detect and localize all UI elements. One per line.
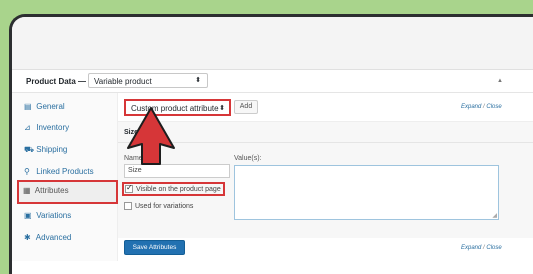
close-link[interactable]: Close xyxy=(486,245,501,251)
checkbox-checked[interactable] xyxy=(125,183,133,193)
select-arrows-icon: ⬍ xyxy=(195,77,201,84)
truck-icon: ⛟ xyxy=(24,145,35,154)
gear-icon: ✱ xyxy=(24,233,31,242)
tab-label: Inventory xyxy=(36,123,70,132)
product-data-header: Product Data — Variable product ⬍ ▲ xyxy=(12,70,533,93)
product-type-select[interactable]: Variable product ⬍ xyxy=(88,73,208,88)
variations-label: Used for variations xyxy=(135,203,194,210)
separator: / xyxy=(483,104,485,110)
grid-icon: ▣ xyxy=(24,211,32,220)
collapse-icon[interactable]: ▲ xyxy=(497,78,503,84)
list-icon: ▦ xyxy=(23,186,31,195)
tab-variations[interactable]: ▣ Variations xyxy=(18,205,117,226)
resize-handle-icon[interactable]: ◢ xyxy=(492,212,497,219)
product-data-tabs: ▤ General ⊿ Inventory ⛟ Shipping ⚲ Linke… xyxy=(12,93,118,261)
separator: / xyxy=(483,245,485,251)
divider xyxy=(118,142,533,143)
expand-link[interactable]: Expand xyxy=(461,104,481,110)
add-attribute-button[interactable]: Add xyxy=(234,100,258,114)
pointer-arrow-icon xyxy=(127,107,175,165)
visible-on-product-page-checkbox[interactable]: Visible on the product page xyxy=(122,182,225,196)
values-label: Value(s): xyxy=(234,155,262,162)
attribute-values-textarea[interactable]: ◢ xyxy=(234,165,499,220)
used-for-variations-checkbox[interactable]: Used for variations xyxy=(124,202,193,210)
tab-advanced[interactable]: ✱ Advanced xyxy=(18,227,117,248)
expand-link[interactable]: Expand xyxy=(461,245,481,251)
tab-label: General xyxy=(36,102,65,111)
panel-title: Product Data — xyxy=(26,77,87,86)
tab-attributes[interactable]: ▦ Attributes xyxy=(17,180,118,204)
visible-label: Visible on the product page xyxy=(136,186,221,193)
attributes-panel: Custom product attribute ⬍ Add Expand / … xyxy=(118,93,533,261)
tab-linked-products[interactable]: ⚲ Linked Products xyxy=(18,161,117,182)
link-icon: ⚲ xyxy=(24,167,30,176)
tab-label: Shipping xyxy=(36,145,68,154)
tab-inventory[interactable]: ⊿ Inventory xyxy=(18,117,117,138)
tab-label: Variations xyxy=(36,211,72,220)
tab-label: Advanced xyxy=(35,233,72,242)
close-link[interactable]: Close xyxy=(486,104,501,110)
attribute-item: Size Name: Size Value(s): ◢ Visible on t… xyxy=(118,122,533,238)
tab-label: Attributes xyxy=(34,186,69,195)
tab-general[interactable]: ▤ General xyxy=(18,96,117,117)
expand-close-bottom: Expand / Close xyxy=(461,245,502,251)
checkbox-unchecked[interactable] xyxy=(124,202,132,210)
attribute-name-input[interactable]: Size xyxy=(124,164,230,178)
inventory-icon: ⊿ xyxy=(24,123,31,132)
settings-icon: ▤ xyxy=(24,102,32,111)
product-type-value: Variable product xyxy=(94,77,152,86)
expand-close-top: Expand / Close xyxy=(461,104,502,110)
save-attributes-button[interactable]: Save Attributes xyxy=(124,240,185,255)
top-bar xyxy=(12,17,533,70)
tab-label: Linked Products xyxy=(36,167,94,176)
select-arrows-icon: ⬍ xyxy=(219,105,225,112)
tab-shipping[interactable]: ⛟ Shipping xyxy=(18,139,117,160)
